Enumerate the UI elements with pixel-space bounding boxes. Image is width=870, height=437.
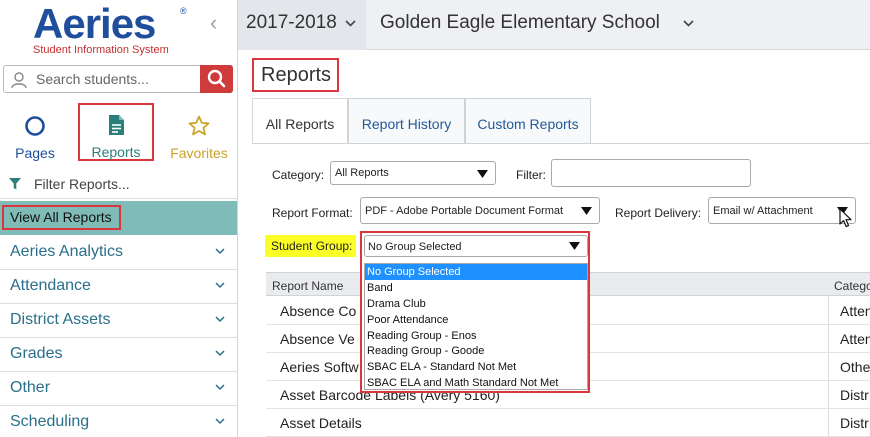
student-group-option[interactable]: Band	[365, 280, 587, 296]
user-icon	[11, 72, 27, 89]
top-header: 2017-2018 Golden Eagle Elementary School	[238, 0, 870, 50]
column-header-report-name[interactable]: Report Name	[272, 279, 343, 293]
sidebar-category-scheduling[interactable]: Scheduling	[0, 406, 237, 437]
student-group-select[interactable]: No Group Selected	[364, 235, 588, 257]
logo-registered-mark: ®	[180, 6, 187, 16]
table-row[interactable]: Asset Details Distr	[266, 409, 870, 437]
sidebar-category-grades[interactable]: Grades	[0, 338, 237, 372]
school-selector-label[interactable]: Golden Eagle Elementary School	[380, 12, 660, 34]
nav-reports[interactable]: Reports	[78, 103, 154, 161]
school-year-label: 2017-2018	[246, 12, 337, 33]
nav-favorites[interactable]: Favorites	[164, 104, 234, 161]
sidebar-category-attendance[interactable]: Attendance	[0, 270, 237, 304]
sidebar-category-label: Attendance	[10, 277, 91, 294]
filter-reports-label: Filter Reports...	[34, 176, 130, 192]
student-search	[3, 65, 233, 93]
category-label: Category:	[272, 168, 325, 182]
report-delivery-select[interactable]: Email w/ Attachment	[708, 197, 856, 224]
search-students-input[interactable]	[36, 69, 191, 89]
report-name-cell: Absence Ve	[280, 331, 355, 347]
sidebar-category-label: Other	[10, 379, 51, 396]
search-icon	[207, 69, 226, 88]
tab-all-reports[interactable]: All Reports	[252, 98, 348, 143]
report-category-cell: Othe	[840, 359, 870, 375]
sidebar: Aeries ® Student Information System ‹ Pa…	[0, 0, 238, 437]
logo-tagline: Student Information System	[33, 44, 169, 56]
logo-wordmark: Aeries	[33, 0, 156, 47]
report-format-value: PDF - Adobe Portable Document Format	[365, 205, 564, 217]
document-icon	[109, 115, 124, 135]
circle-icon	[25, 116, 45, 136]
tab-report-history[interactable]: Report History	[348, 98, 465, 143]
sidebar-category-label: Aeries Analytics	[10, 243, 123, 260]
student-group-option[interactable]: Reading Group - Enos	[365, 328, 587, 344]
chevron-down-icon	[215, 282, 225, 289]
main-content: Reports All Reports Report History Custo…	[238, 51, 870, 437]
report-category-cell: Atten	[840, 303, 870, 319]
filter-label: Filter:	[516, 168, 546, 182]
search-button[interactable]	[200, 65, 233, 93]
sidebar-category-label: Grades	[10, 345, 63, 362]
dropdown-arrow-icon	[477, 170, 488, 178]
report-category-cell: Distr	[840, 387, 869, 403]
nav-favorites-label: Favorites	[170, 145, 228, 161]
student-group-option[interactable]: SBAC ELA and Math Standard Not Met	[365, 375, 587, 391]
student-group-option[interactable]: SBAC ELA - Standard Not Met	[365, 359, 587, 375]
sidebar-category-label: Scheduling	[10, 413, 90, 430]
sidebar-category-other[interactable]: Other	[0, 372, 237, 406]
student-group-dropdown: No Group Selected No Group Selected Band…	[360, 231, 590, 393]
view-all-reports-row[interactable]: View All Reports	[0, 201, 237, 235]
nav-reports-label: Reports	[91, 144, 141, 160]
sidebar-category-district-assets[interactable]: District Assets	[0, 304, 237, 338]
collapse-sidebar-chevron-icon[interactable]: ‹	[210, 12, 217, 34]
sidebar-category-aeries-analytics[interactable]: Aeries Analytics	[0, 236, 237, 270]
chevron-down-icon[interactable]	[683, 20, 694, 27]
aeries-logo[interactable]: Aeries ® Student Information System	[33, 3, 193, 58]
filter-input[interactable]	[551, 159, 751, 187]
category-select-value: All Reports	[335, 167, 389, 179]
column-header-category[interactable]: Catego	[834, 279, 870, 293]
filter-funnel-icon	[9, 178, 21, 190]
student-group-value: No Group Selected	[368, 241, 462, 253]
chevron-down-icon	[215, 418, 225, 425]
student-group-option[interactable]: No Group Selected	[365, 264, 587, 280]
chevron-down-icon	[215, 350, 225, 357]
dropdown-arrow-icon	[569, 242, 580, 250]
sidebar-category-label: District Assets	[10, 311, 111, 328]
report-category-cell: Distr	[840, 415, 869, 431]
student-group-option[interactable]: Poor Attendance	[365, 312, 587, 328]
view-all-reports-label: View All Reports	[2, 205, 121, 230]
report-name-cell: Absence Co	[280, 303, 357, 319]
student-group-option[interactable]: Drama Club	[365, 296, 587, 312]
tabs-divider	[252, 143, 870, 144]
chevron-down-icon	[215, 248, 225, 255]
report-name-cell: Aeries Softw	[280, 359, 359, 375]
tab-custom-reports[interactable]: Custom Reports	[465, 98, 591, 143]
report-name-cell: Asset Details	[280, 415, 362, 431]
mouse-pointer-icon	[839, 208, 852, 228]
chevron-down-icon	[345, 20, 356, 27]
report-format-select[interactable]: PDF - Adobe Portable Document Format	[360, 197, 600, 224]
star-icon	[188, 115, 210, 136]
dropdown-arrow-icon	[581, 207, 592, 215]
chevron-down-icon	[215, 316, 225, 323]
school-year-selector[interactable]: 2017-2018	[238, 0, 366, 50]
report-delivery-value: Email w/ Attachment	[713, 205, 813, 217]
report-category-cell: Atten	[840, 331, 870, 347]
student-group-options: No Group Selected Band Drama Club Poor A…	[364, 263, 588, 390]
chevron-down-icon	[215, 384, 225, 391]
page-title: Reports	[252, 58, 340, 92]
category-select[interactable]: All Reports	[330, 161, 496, 185]
report-format-label: Report Format:	[272, 206, 353, 220]
nav-pages-label: Pages	[15, 145, 55, 161]
student-group-option[interactable]: Reading Group - Goode	[365, 343, 587, 359]
nav-pages[interactable]: Pages	[6, 104, 64, 161]
report-delivery-label: Report Delivery:	[615, 206, 702, 220]
student-group-label: Student Group:	[265, 235, 357, 257]
filter-reports[interactable]: Filter Reports...	[0, 171, 237, 199]
